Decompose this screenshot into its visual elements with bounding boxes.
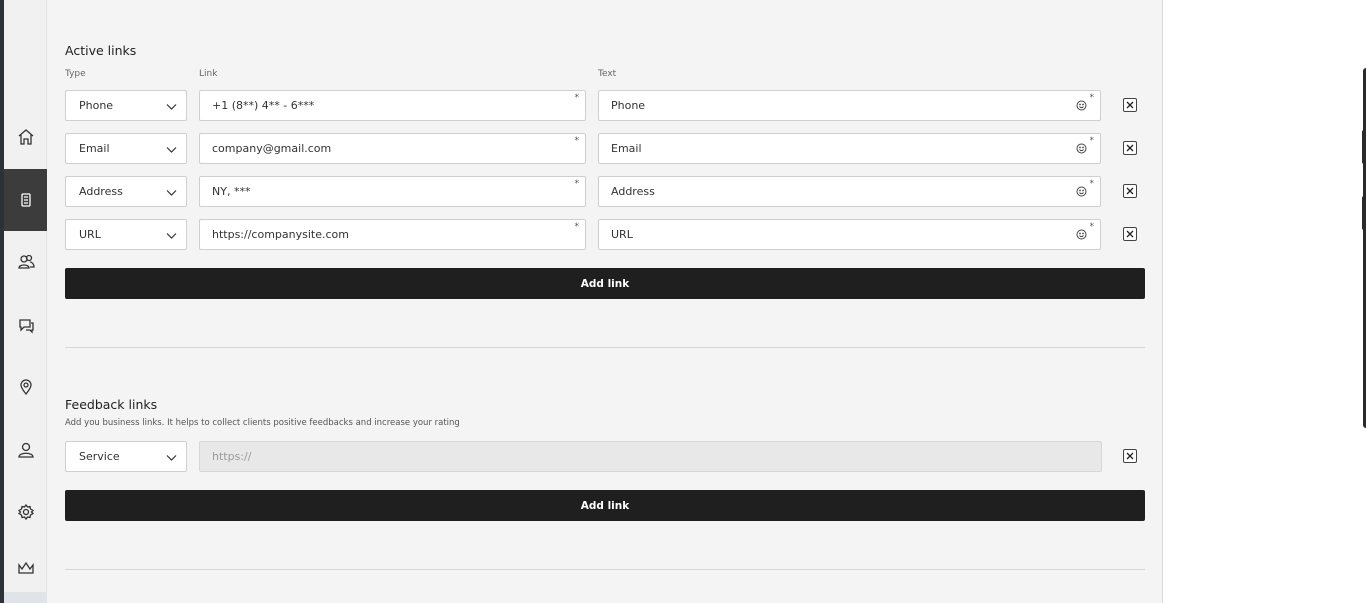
chevron-down-icon	[166, 144, 177, 154]
sidebar-item-profile[interactable]	[4, 430, 47, 470]
required-mark: *	[574, 136, 580, 146]
user-icon	[17, 442, 34, 458]
sidebar	[4, 0, 47, 603]
feedback-url-input[interactable]: https://	[199, 441, 1102, 472]
link-text-value: Phone	[611, 99, 646, 112]
link-text-input[interactable]: Address *	[598, 176, 1101, 207]
required-mark: *	[1089, 222, 1095, 232]
link-type-value: Address	[79, 185, 123, 198]
link-text-value: Email	[611, 142, 642, 155]
link-type-select[interactable]: URL	[65, 219, 187, 250]
feedback-url-placeholder: https://	[212, 450, 252, 463]
close-icon	[1126, 101, 1134, 109]
link-text-input[interactable]: URL *	[598, 219, 1101, 250]
chat-icon	[18, 319, 34, 334]
link-input[interactable]: https://companysite.com *	[199, 219, 586, 250]
sidebar-item-settings[interactable]	[4, 492, 47, 532]
link-value: https://companysite.com	[212, 228, 349, 241]
feedback-links-description: Add you business links. It helps to coll…	[65, 418, 460, 428]
col-label-link: Link	[199, 69, 218, 79]
crown-icon	[17, 561, 34, 574]
remove-link-button[interactable]	[1123, 184, 1137, 198]
active-links-title: Active links	[65, 43, 137, 58]
phone-side-button	[1362, 130, 1366, 164]
emoji-icon[interactable]	[1076, 229, 1087, 240]
emoji-icon[interactable]	[1076, 100, 1087, 111]
link-type-value: URL	[79, 228, 101, 241]
close-icon	[1126, 452, 1134, 460]
sidebar-item-users[interactable]	[4, 242, 47, 282]
required-mark: *	[1089, 93, 1095, 103]
chevron-down-icon	[166, 230, 177, 240]
link-input[interactable]: NY, *** *	[199, 176, 586, 207]
link-type-select[interactable]: Email	[65, 133, 187, 164]
link-text-input[interactable]: Phone *	[598, 90, 1101, 121]
required-mark: *	[1089, 136, 1095, 146]
sidebar-item-location[interactable]	[4, 367, 47, 407]
phone-preview-panel	[1164, 0, 1366, 603]
required-mark: *	[574, 179, 580, 189]
sidebar-footer	[4, 592, 47, 603]
sidebar-item-chat[interactable]	[4, 305, 47, 345]
feedback-type-value: Service	[79, 450, 120, 463]
emoji-icon[interactable]	[1076, 186, 1087, 197]
section-divider	[65, 347, 1145, 348]
chevron-down-icon	[166, 101, 177, 111]
required-mark: *	[574, 222, 580, 232]
home-icon	[18, 129, 33, 145]
remove-link-button[interactable]	[1123, 141, 1137, 155]
link-value: +1 (8**) 4** - 6***	[212, 99, 315, 112]
emoji-icon[interactable]	[1076, 143, 1087, 154]
required-mark: *	[1089, 179, 1095, 189]
card-icon	[20, 193, 31, 207]
sidebar-item-home[interactable]	[4, 117, 47, 157]
link-value: company@gmail.com	[212, 142, 332, 155]
col-label-type: Type	[65, 69, 86, 79]
close-icon	[1126, 230, 1134, 238]
required-mark: *	[574, 93, 580, 103]
link-text-value: URL	[611, 228, 633, 241]
feedback-links-title: Feedback links	[65, 397, 158, 412]
link-text-input[interactable]: Email *	[598, 133, 1101, 164]
chevron-down-icon	[166, 187, 177, 197]
link-type-value: Email	[79, 142, 110, 155]
sidebar-item-premium[interactable]	[4, 548, 47, 588]
links-editor: Active links Type Link Text Phone +1 (8*…	[47, 0, 1163, 603]
close-icon	[1126, 144, 1134, 152]
section-divider	[65, 569, 1145, 570]
feedback-type-select[interactable]: Service	[65, 441, 187, 472]
link-input[interactable]: +1 (8**) 4** - 6*** *	[199, 90, 586, 121]
sidebar-item-business-card[interactable]	[4, 169, 47, 231]
remove-link-button[interactable]	[1123, 98, 1137, 112]
gear-icon	[17, 503, 34, 521]
chevron-down-icon	[166, 452, 177, 462]
col-label-text: Text	[598, 69, 617, 79]
location-icon	[19, 379, 32, 396]
remove-link-button[interactable]	[1123, 227, 1137, 241]
add-active-link-button[interactable]: Add link	[65, 268, 1145, 299]
phone-side-button	[1362, 196, 1366, 230]
remove-feedback-link-button[interactable]	[1123, 449, 1137, 463]
link-type-value: Phone	[79, 99, 114, 112]
link-value: NY, ***	[212, 185, 251, 198]
link-input[interactable]: company@gmail.com *	[199, 133, 586, 164]
add-feedback-link-button[interactable]: Add link	[65, 490, 1145, 521]
link-type-select[interactable]: Phone	[65, 90, 187, 121]
link-type-select[interactable]: Address	[65, 176, 187, 207]
link-text-value: Address	[611, 185, 655, 198]
close-icon	[1126, 187, 1134, 195]
users-icon	[17, 254, 35, 269]
